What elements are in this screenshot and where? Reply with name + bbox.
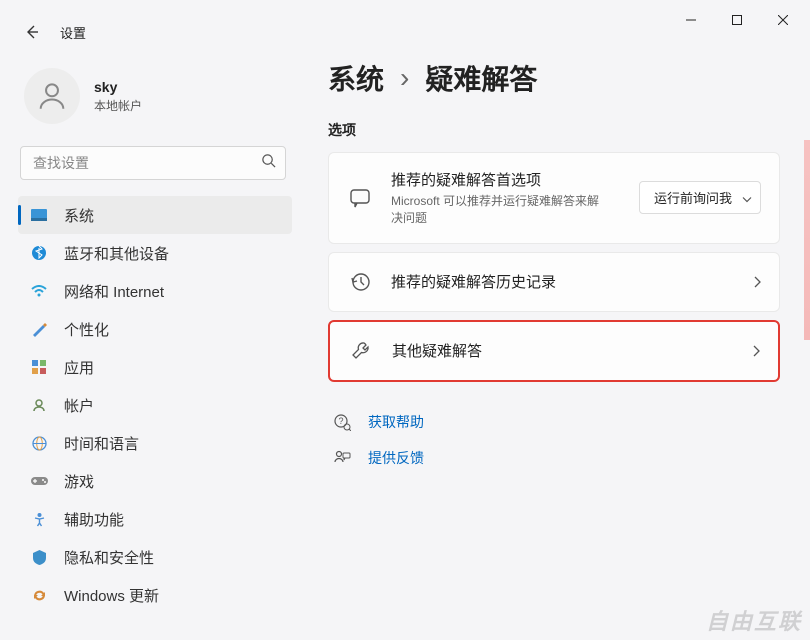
user-block[interactable]: sky 本地帐户 <box>18 60 292 142</box>
arrow-left-icon <box>24 24 40 40</box>
sidebar-item-windows-update[interactable]: Windows 更新 <box>18 576 292 614</box>
section-label: 选项 <box>328 120 780 140</box>
history-icon <box>347 269 373 295</box>
breadcrumb: 系统 › 疑难解答 <box>328 58 780 98</box>
sidebar-item-system[interactable]: 系统 <box>18 196 292 234</box>
dropdown-value: 运行前询问我 <box>654 191 732 206</box>
sidebar-item-label: 时间和语言 <box>64 433 139 454</box>
minimize-icon <box>686 15 696 25</box>
chevron-down-icon <box>742 190 752 205</box>
search-input[interactable] <box>20 146 286 180</box>
get-help-link[interactable]: 获取帮助 <box>368 412 424 432</box>
sidebar-item-apps[interactable]: 应用 <box>18 348 292 386</box>
sidebar-item-label: Windows 更新 <box>64 585 159 606</box>
sidebar-item-privacy[interactable]: 隐私和安全性 <box>18 538 292 576</box>
search-icon <box>261 153 276 173</box>
brush-icon <box>30 320 48 338</box>
sidebar-item-gaming[interactable]: 游戏 <box>18 462 292 500</box>
titlebar: 设置 <box>0 0 810 40</box>
sidebar-item-personalization[interactable]: 个性化 <box>18 310 292 348</box>
back-button[interactable] <box>22 22 42 42</box>
chevron-right-icon <box>753 276 761 288</box>
sidebar-item-label: 个性化 <box>64 319 109 340</box>
close-button[interactable] <box>760 4 806 36</box>
accessibility-icon <box>30 510 48 528</box>
sidebar-item-label: 系统 <box>64 205 94 226</box>
search-wrap <box>20 146 286 180</box>
breadcrumb-separator: › <box>400 62 409 94</box>
update-icon <box>30 586 48 604</box>
close-icon <box>778 15 788 25</box>
breadcrumb-parent[interactable]: 系统 <box>328 58 384 98</box>
preference-dropdown[interactable]: 运行前询问我 <box>639 181 761 214</box>
shield-icon <box>30 548 48 566</box>
help-icon: ? <box>332 412 352 432</box>
system-icon <box>30 206 48 224</box>
sidebar-item-time-language[interactable]: 时间和语言 <box>18 424 292 462</box>
user-subtitle: 本地帐户 <box>94 97 142 114</box>
decorative-stripe <box>804 140 810 340</box>
card-title: 其他疑难解答 <box>392 340 734 361</box>
window-title: 设置 <box>60 23 86 42</box>
user-name: sky <box>94 79 142 95</box>
sidebar-item-accessibility[interactable]: 辅助功能 <box>18 500 292 538</box>
gaming-icon <box>30 472 48 490</box>
card-title: 推荐的疑难解答历史记录 <box>391 271 735 292</box>
apps-icon <box>30 358 48 376</box>
maximize-icon <box>732 15 742 25</box>
feedback-icon <box>332 448 352 468</box>
card-history[interactable]: 推荐的疑难解答历史记录 <box>328 252 780 312</box>
chevron-right-icon <box>752 345 760 357</box>
svg-text:?: ? <box>338 416 343 426</box>
minimize-button[interactable] <box>668 4 714 36</box>
chat-icon <box>347 185 373 211</box>
breadcrumb-current: 疑难解答 <box>425 58 537 98</box>
help-link-row: ? 获取帮助 <box>328 404 780 440</box>
maximize-button[interactable] <box>714 4 760 36</box>
sidebar-item-label: 蓝牙和其他设备 <box>64 243 169 264</box>
sidebar-nav: 系统 蓝牙和其他设备 网络和 Internet 个性化 应用 帐户 <box>18 196 292 632</box>
give-feedback-link[interactable]: 提供反馈 <box>368 448 424 468</box>
main-content: 系统 › 疑难解答 选项 推荐的疑难解答首选项 Microsoft 可以推荐并运… <box>300 40 810 640</box>
bluetooth-icon <box>30 244 48 262</box>
sidebar-item-network[interactable]: 网络和 Internet <box>18 272 292 310</box>
feedback-link-row: 提供反馈 <box>328 440 780 476</box>
sidebar-item-label: 游戏 <box>64 471 94 492</box>
wrench-icon <box>348 338 374 364</box>
sidebar: sky 本地帐户 系统 蓝牙和其他设备 网络和 Internet <box>0 40 300 640</box>
globe-icon <box>30 434 48 452</box>
account-icon <box>30 396 48 414</box>
wifi-icon <box>30 282 48 300</box>
sidebar-item-accounts[interactable]: 帐户 <box>18 386 292 424</box>
card-recommended-preferences[interactable]: 推荐的疑难解答首选项 Microsoft 可以推荐并运行疑难解答来解决问题 运行… <box>328 152 780 244</box>
person-icon <box>35 79 69 113</box>
card-other-troubleshooters[interactable]: 其他疑难解答 <box>328 320 780 382</box>
card-title: 推荐的疑难解答首选项 <box>391 169 621 190</box>
sidebar-item-label: 应用 <box>64 357 94 378</box>
card-subtitle: Microsoft 可以推荐并运行疑难解答来解决问题 <box>391 193 601 227</box>
sidebar-item-label: 辅助功能 <box>64 509 124 530</box>
sidebar-item-bluetooth[interactable]: 蓝牙和其他设备 <box>18 234 292 272</box>
sidebar-item-label: 网络和 Internet <box>64 281 164 302</box>
avatar <box>24 68 80 124</box>
sidebar-item-label: 隐私和安全性 <box>64 547 154 568</box>
sidebar-item-label: 帐户 <box>64 395 94 416</box>
